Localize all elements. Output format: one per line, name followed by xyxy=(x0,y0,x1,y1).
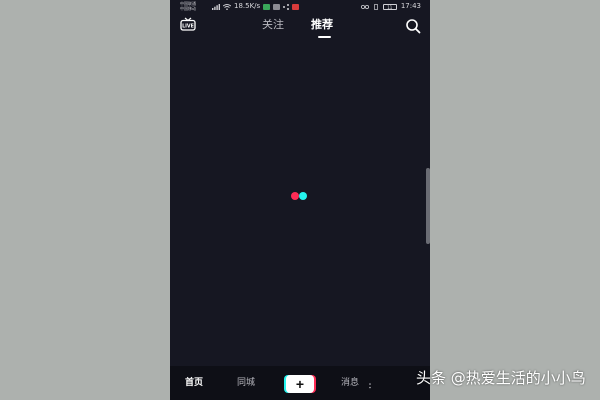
signal-icon xyxy=(212,3,220,10)
status-indicators: 18.5K/s xyxy=(212,0,300,13)
battery-icon: 11 xyxy=(382,3,397,10)
live-label: LIVE xyxy=(182,24,194,30)
scrollbar[interactable] xyxy=(426,168,430,244)
share-icon xyxy=(283,3,290,10)
loading-dot-red xyxy=(291,192,299,200)
bottom-navigation: 首页 同城 + 消息 xyxy=(170,366,430,400)
more-icon[interactable] xyxy=(368,383,372,389)
watermark: 头条 @热爱生活的小小鸟 xyxy=(416,369,586,387)
live-tv-icon[interactable]: LIVE xyxy=(180,17,196,31)
nav-messages[interactable]: 消息 xyxy=(341,378,359,389)
nav-home[interactable]: 首页 xyxy=(185,378,203,389)
active-tab-indicator xyxy=(318,36,331,38)
wifi-icon xyxy=(223,3,231,10)
carrier-2: 中国移动 xyxy=(180,6,196,11)
carrier-info: 中国联通 中国移动 xyxy=(180,0,196,11)
tab-recommended[interactable]: 推荐 xyxy=(311,18,333,32)
bluetooth-icon xyxy=(360,4,369,9)
clock: 17:43 xyxy=(400,2,421,10)
vibrate-icon xyxy=(373,3,378,10)
net-speed: 18.5K/s xyxy=(234,2,261,10)
loading-indicator xyxy=(291,192,311,200)
create-video-button[interactable]: + xyxy=(284,375,316,393)
search-icon[interactable] xyxy=(405,18,421,34)
message-notification-icon xyxy=(273,3,281,10)
status-bar: 中国联通 中国移动 18.5K/s 11 17:43 xyxy=(170,0,430,13)
loading-dot-cyan xyxy=(299,192,307,200)
top-navigation: LIVE 关注 推荐 xyxy=(170,14,430,40)
nav-nearby[interactable]: 同城 xyxy=(237,378,255,389)
phone-screen: 中国联通 中国移动 18.5K/s 11 17:43 LIVE 关注 推荐 首页… xyxy=(170,0,430,400)
tab-following[interactable]: 关注 xyxy=(262,18,284,32)
app-notification-icon xyxy=(263,3,271,10)
red-app-icon xyxy=(292,3,300,10)
plus-icon: + xyxy=(286,375,314,393)
status-right: 11 17:43 xyxy=(360,0,421,13)
